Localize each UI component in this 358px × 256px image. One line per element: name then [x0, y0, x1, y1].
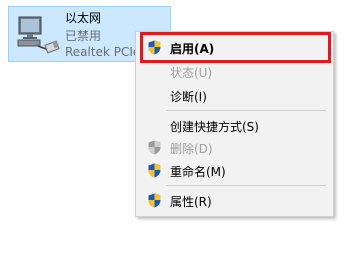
- menu-item-label: 删除(D): [170, 142, 213, 156]
- menu-item-enable[interactable]: 启用(A): [136, 37, 333, 59]
- menu-item-label: 启用(A): [170, 42, 215, 56]
- menu-item-delete[interactable]: 删除(D): [136, 137, 333, 159]
- menu-item-label: 属性(R): [170, 195, 212, 209]
- menu-item-label: 诊断(I): [170, 90, 207, 104]
- menu-item-label: 状态(U): [170, 66, 213, 80]
- adapter-name: 以太网: [65, 11, 102, 25]
- menu-item-label: 重命名(M): [170, 165, 226, 179]
- menu-item-diagnose[interactable]: 诊断(I): [136, 85, 333, 107]
- uac-shield-icon: [148, 140, 161, 155]
- uac-shield-icon: [148, 163, 161, 178]
- menu-item-label: 创建快捷方式(S): [170, 120, 259, 134]
- menu-item-status[interactable]: 状态(U): [136, 61, 333, 83]
- menu-separator: [166, 185, 326, 186]
- adapter-status: 已禁用: [65, 29, 102, 43]
- menu-item-rename[interactable]: 重命名(M): [136, 160, 333, 182]
- network-adapter-icon: [16, 13, 62, 57]
- menu-item-create-shortcut[interactable]: 创建快捷方式(S): [136, 115, 333, 137]
- context-menu: 启用(A) 状态(U) 诊断(I) 创建快捷方式(S) 删除(D) 重命名(M)…: [135, 31, 334, 217]
- uac-shield-icon: [148, 193, 161, 208]
- menu-item-properties[interactable]: 属性(R): [136, 190, 333, 212]
- menu-separator: [166, 110, 326, 111]
- uac-shield-icon: [148, 40, 161, 55]
- adapter-device-name: Realtek PCIe: [65, 45, 141, 59]
